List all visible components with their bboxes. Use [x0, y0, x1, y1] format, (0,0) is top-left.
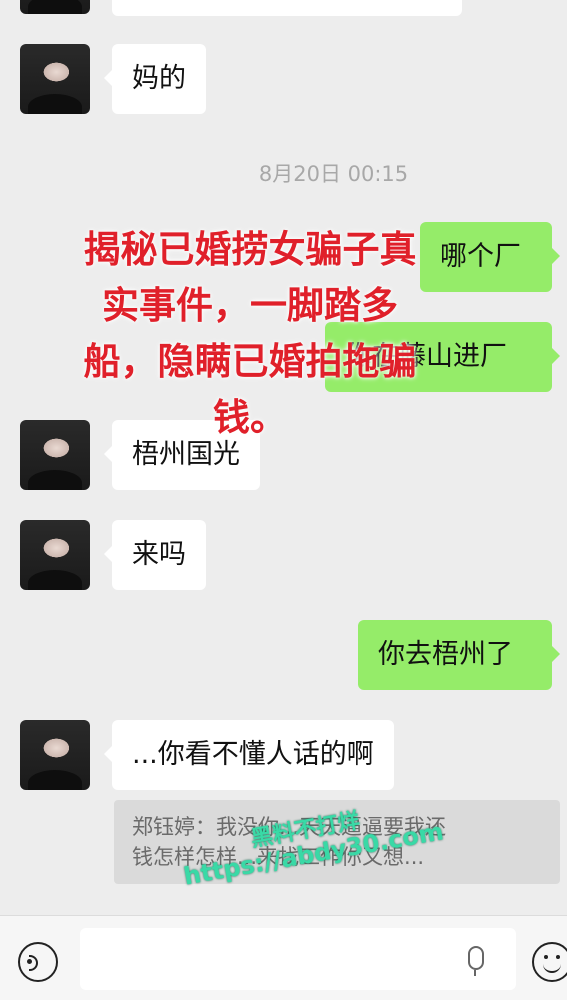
- message-bubble-received: 来吗: [104, 520, 206, 590]
- voice-icon[interactable]: [18, 942, 58, 982]
- timestamp: 8月20日 00:15: [258, 162, 409, 186]
- message-text: ...你看不懂人话的啊: [132, 739, 374, 770]
- message-bubble-received: 妈的: [104, 44, 206, 114]
- message-bubble-received: ...你看不懂人话的啊: [104, 720, 394, 790]
- contact-avatar[interactable]: [20, 44, 90, 114]
- contact-avatar[interactable]: [20, 0, 90, 14]
- contact-avatar[interactable]: [20, 720, 90, 790]
- contact-avatar[interactable]: [20, 520, 90, 590]
- message-text: 来吗: [132, 539, 186, 570]
- message-text: 你去梧州了: [378, 639, 513, 670]
- message-bubble-partial: [112, 0, 462, 16]
- message-bubble-sent: 你去梧州了: [358, 620, 560, 690]
- message-input[interactable]: [80, 928, 516, 990]
- emoji-icon[interactable]: [532, 942, 567, 982]
- message-text: 妈的: [132, 63, 186, 94]
- microphone-icon[interactable]: [468, 946, 484, 976]
- input-toolbar: [0, 915, 567, 1000]
- overlay-title: 揭秘已婚捞女骗子真 实事件，一脚踏多 船，隐瞒已婚拍拖骗 钱。: [83, 228, 417, 439]
- message-text: 哪个厂: [440, 241, 521, 272]
